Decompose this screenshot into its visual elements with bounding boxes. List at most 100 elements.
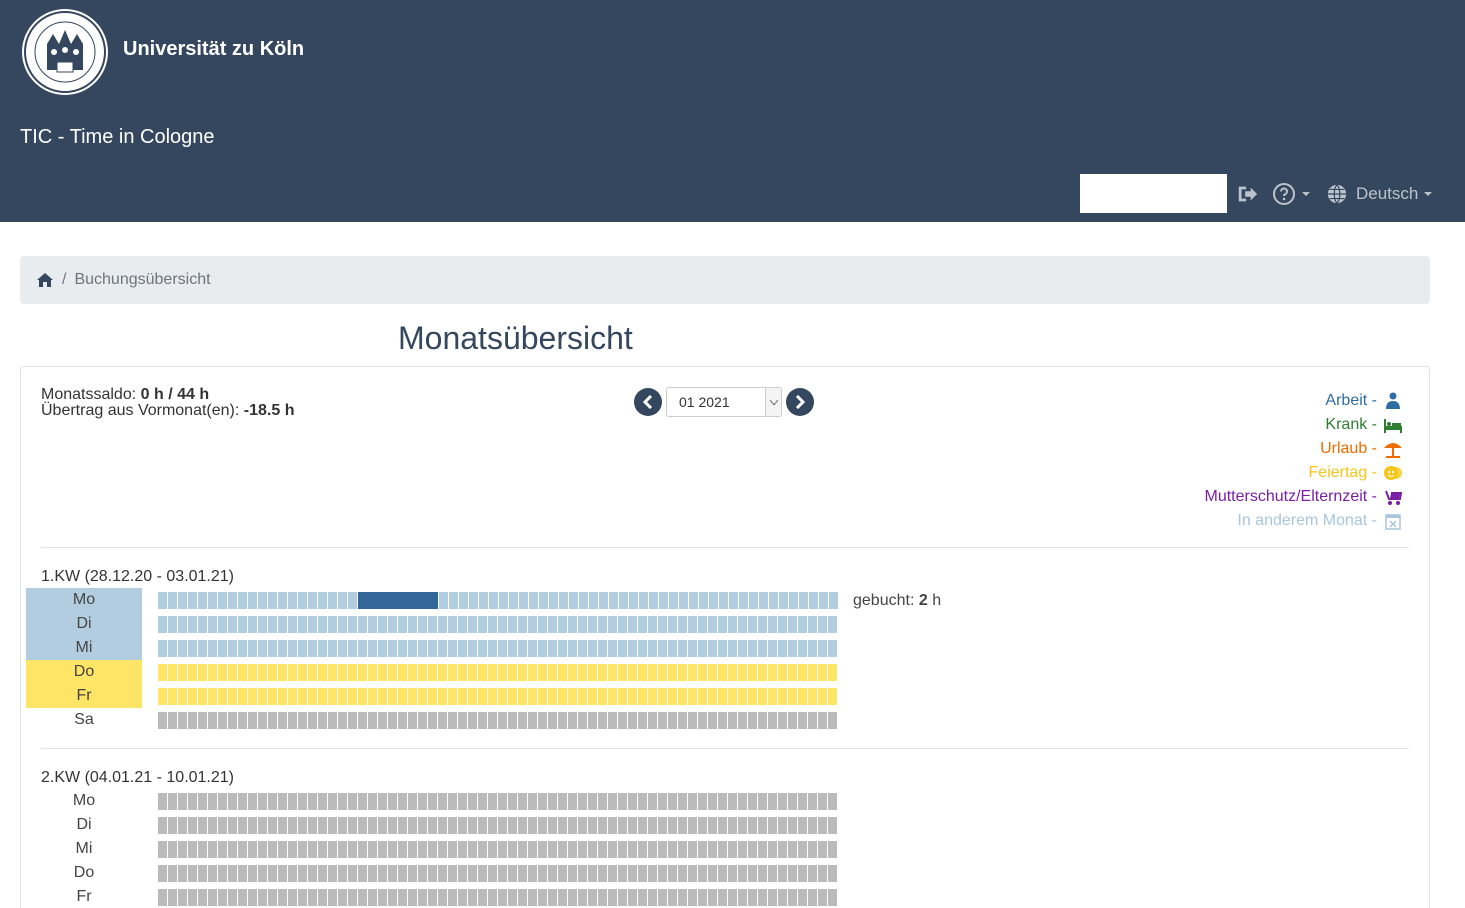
timeslot[interactable] [598, 616, 607, 633]
timeslot[interactable] [818, 712, 827, 729]
timeslot[interactable] [568, 817, 577, 834]
timeslot[interactable] [458, 865, 467, 882]
timeslot[interactable] [788, 616, 797, 633]
timeslot[interactable] [468, 793, 477, 810]
help-menu[interactable] [1272, 182, 1310, 206]
timeslot[interactable] [658, 817, 667, 834]
timeslot[interactable] [568, 793, 577, 810]
timeslot[interactable] [568, 712, 577, 729]
timeslot[interactable] [698, 841, 707, 858]
timeslot[interactable] [218, 817, 227, 834]
timeslot[interactable] [228, 592, 237, 609]
timeslot[interactable] [588, 817, 597, 834]
timeslot[interactable] [658, 712, 667, 729]
timeslot[interactable] [268, 664, 277, 681]
timeslot[interactable] [508, 865, 517, 882]
timeslot[interactable] [168, 889, 177, 906]
timeslot[interactable] [498, 616, 507, 633]
timeslot[interactable] [748, 712, 757, 729]
timeslot[interactable] [798, 817, 807, 834]
timeslot[interactable] [348, 889, 357, 906]
timeslot[interactable] [208, 889, 217, 906]
timeslot[interactable] [648, 712, 657, 729]
timeslot[interactable] [338, 712, 347, 729]
timeslot[interactable] [748, 889, 757, 906]
timeslot[interactable] [468, 889, 477, 906]
timeslot[interactable] [458, 640, 467, 657]
timeslot[interactable] [518, 640, 527, 657]
timeslot[interactable] [638, 865, 647, 882]
timeslot[interactable] [519, 592, 528, 609]
timeslot[interactable] [408, 640, 417, 657]
timeslot[interactable] [508, 712, 517, 729]
timeslot[interactable] [158, 664, 167, 681]
timeslot[interactable] [408, 793, 417, 810]
timeslot[interactable] [248, 664, 257, 681]
timeslot[interactable] [708, 712, 717, 729]
timeslot[interactable] [738, 640, 747, 657]
timeslot[interactable] [558, 616, 567, 633]
timeslot[interactable] [698, 889, 707, 906]
timeslot[interactable] [738, 817, 747, 834]
timeslot[interactable] [508, 817, 517, 834]
timeslot[interactable] [748, 841, 757, 858]
timeslot[interactable] [158, 688, 167, 705]
timeslot[interactable] [388, 664, 397, 681]
timeslot[interactable] [688, 688, 697, 705]
timeslot[interactable] [648, 841, 657, 858]
timeslot[interactable] [558, 865, 567, 882]
timeslot[interactable] [428, 688, 437, 705]
timeslot[interactable] [378, 817, 387, 834]
timeslot[interactable] [718, 817, 727, 834]
timeslot[interactable] [728, 688, 737, 705]
timeslot[interactable] [668, 616, 677, 633]
timeslot[interactable] [568, 616, 577, 633]
timeslot[interactable] [258, 712, 267, 729]
timeslot[interactable] [618, 889, 627, 906]
timeslot[interactable] [208, 841, 217, 858]
timeslot[interactable] [528, 640, 537, 657]
timeslot[interactable] [528, 793, 537, 810]
timeslot[interactable] [418, 712, 427, 729]
timeslot[interactable] [648, 793, 657, 810]
timeslot[interactable] [788, 841, 797, 858]
timeslot[interactable] [548, 664, 557, 681]
timeslot[interactable] [228, 841, 237, 858]
timeslot[interactable] [508, 640, 517, 657]
timeslot[interactable] [298, 817, 307, 834]
timeslot[interactable] [358, 793, 367, 810]
timeslot[interactable] [778, 688, 787, 705]
timeslot[interactable] [398, 841, 407, 858]
timeslot[interactable] [638, 793, 647, 810]
timeslot[interactable] [208, 592, 217, 609]
timeslot[interactable] [738, 793, 747, 810]
timeslot[interactable] [729, 592, 738, 609]
timeslot[interactable] [788, 640, 797, 657]
timeslot[interactable] [688, 865, 697, 882]
university-name[interactable]: Universität zu Köln [123, 38, 304, 61]
timeslot[interactable] [818, 616, 827, 633]
timeslot[interactable] [368, 592, 378, 609]
timeslot[interactable] [569, 592, 578, 609]
timeslot[interactable] [638, 664, 647, 681]
timeslot[interactable] [538, 889, 547, 906]
timeslot[interactable] [468, 640, 477, 657]
timeslot[interactable] [498, 793, 507, 810]
timeslot[interactable] [238, 817, 247, 834]
timeslot[interactable] [448, 712, 457, 729]
timeslot[interactable] [578, 889, 587, 906]
timeslot[interactable] [188, 841, 197, 858]
timeslot[interactable] [568, 841, 577, 858]
timeslot[interactable] [499, 592, 508, 609]
timeslot[interactable] [798, 793, 807, 810]
timeslot[interactable] [528, 841, 537, 858]
timeslot[interactable] [828, 616, 837, 633]
timeslot[interactable] [388, 640, 397, 657]
timeslot[interactable] [188, 793, 197, 810]
timeslot[interactable] [358, 616, 367, 633]
timeslot[interactable] [498, 688, 507, 705]
timeslot[interactable] [308, 712, 317, 729]
timeslot[interactable] [579, 592, 588, 609]
timeslot[interactable] [608, 865, 617, 882]
timeslot[interactable] [498, 640, 507, 657]
